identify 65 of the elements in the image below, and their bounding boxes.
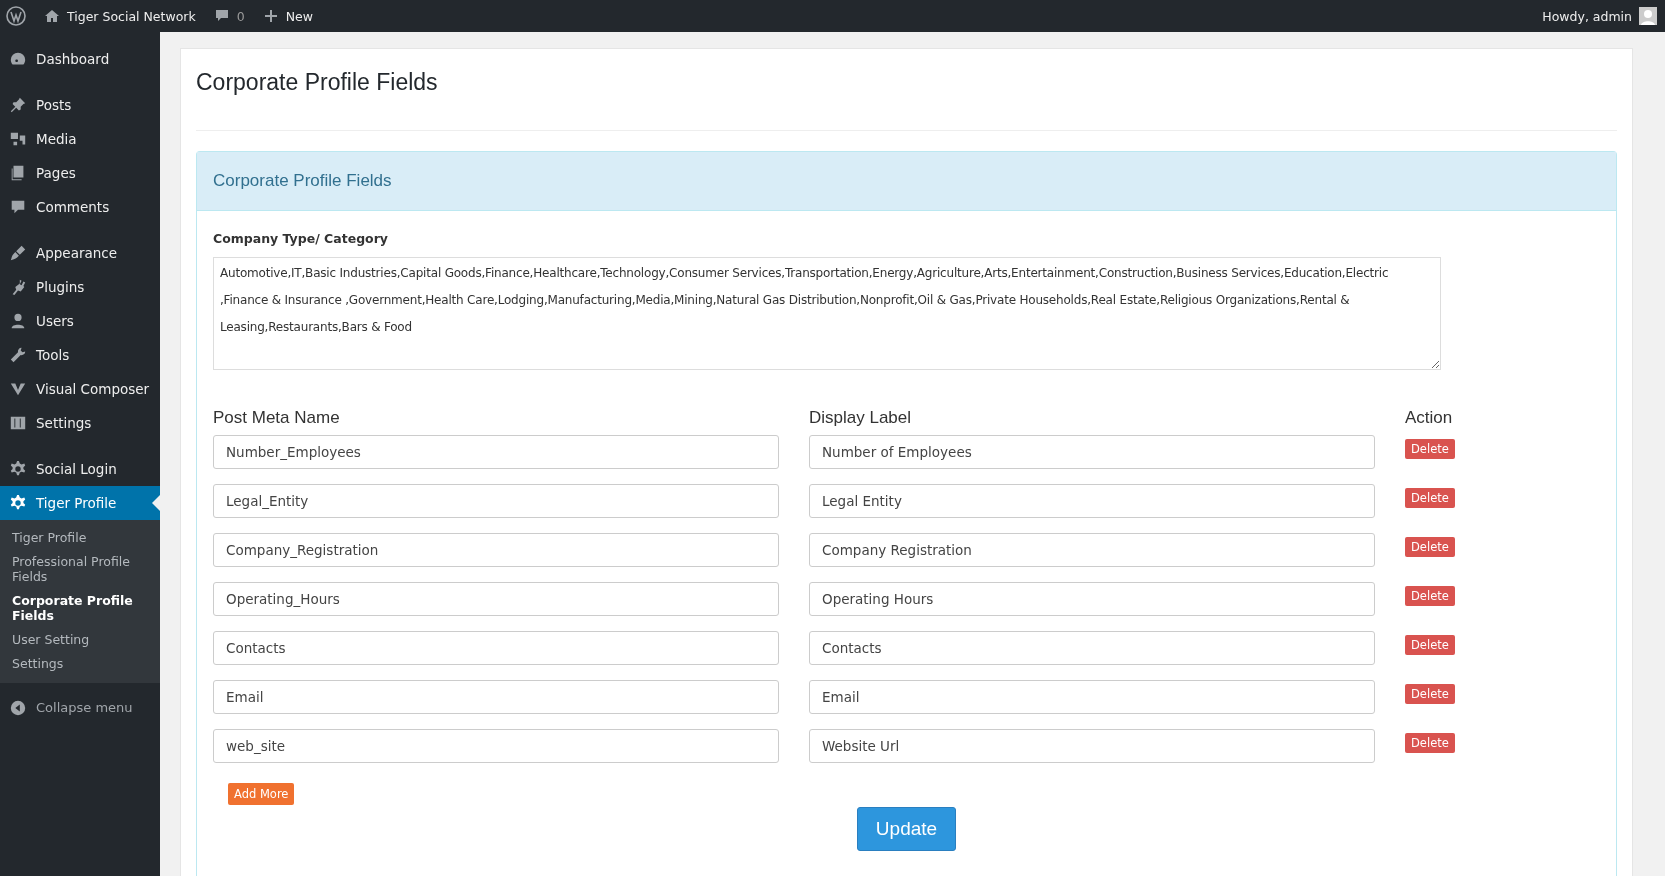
media-icon bbox=[9, 130, 27, 148]
submenu-item[interactable]: Corporate Profile Fields bbox=[0, 589, 160, 628]
meta-name-field[interactable]: Legal_Entity bbox=[213, 484, 779, 518]
submenu-item[interactable]: User Setting bbox=[0, 627, 160, 653]
meta-name-field[interactable]: Operating_Hours bbox=[213, 582, 779, 616]
menu-item[interactable]: Appearance bbox=[0, 236, 160, 270]
menu-item[interactable]: Posts bbox=[0, 88, 160, 122]
new-link[interactable]: New bbox=[262, 8, 313, 24]
menu-item[interactable]: Tiger Profile bbox=[0, 486, 160, 520]
display-label-field[interactable]: Company Registration bbox=[809, 533, 1375, 567]
comment-icon bbox=[213, 8, 230, 24]
comment-icon bbox=[9, 198, 27, 216]
delete-button[interactable]: Delete bbox=[1405, 537, 1455, 557]
submenu-item[interactable]: Professional Profile Fields bbox=[0, 550, 160, 590]
panel-title: Corporate Profile Fields bbox=[213, 171, 392, 190]
display-label-field[interactable]: Number of Employees bbox=[809, 435, 1375, 469]
submenu-item[interactable]: Settings bbox=[0, 652, 160, 677]
display-label-field[interactable]: Website Url bbox=[809, 729, 1375, 763]
menu-item[interactable]: Pages bbox=[0, 156, 160, 190]
category-textarea[interactable]: Automotive,IT,Basic Industries,Capital Goods,Finance,Healthcare,Technology,Consumer Services,Transportation,Energy,Agriculture,Arts,Entertainment,Construction,Business Services,Education,Electric ,Finance & Insurance ,Government,Health Care,Lodging,Manufacturing,Media,Mining,Natural Gas Distribution,Nonprofit,Oil & Gas,Private Households,Real Estate,Religious Organizations,Rental & Leasing,Restaurants,Bars & Food bbox=[213, 257, 1441, 370]
menu-item[interactable]: Plugins bbox=[0, 270, 160, 304]
collapse-menu-button[interactable]: Collapse menu bbox=[0, 690, 160, 725]
home-icon bbox=[44, 8, 60, 24]
delete-button[interactable]: Delete bbox=[1405, 635, 1455, 655]
display-label-field[interactable]: Contacts bbox=[809, 631, 1375, 665]
menu-item[interactable]: Dashboard bbox=[0, 42, 160, 76]
site-link[interactable]: Tiger Social Network bbox=[44, 8, 196, 24]
menu-item[interactable]: Media bbox=[0, 122, 160, 156]
submenu-item[interactable]: Tiger Profile bbox=[0, 526, 160, 551]
avatar-icon bbox=[1639, 7, 1657, 25]
field-label: Company Type/ Category bbox=[213, 231, 389, 246]
menu-item[interactable]: Settings bbox=[0, 406, 160, 440]
delete-button[interactable]: Delete bbox=[1405, 439, 1455, 459]
menu-item[interactable]: Tools bbox=[0, 338, 160, 372]
meta-name-field[interactable]: Company_Registration bbox=[213, 533, 779, 567]
sliders-icon bbox=[9, 414, 27, 432]
gear-icon bbox=[9, 460, 27, 478]
wrench-icon bbox=[9, 346, 27, 364]
pin-icon bbox=[9, 96, 27, 114]
gear-icon bbox=[9, 494, 27, 512]
delete-button[interactable]: Delete bbox=[1405, 488, 1455, 508]
column-heading: Post Meta Name bbox=[213, 408, 341, 428]
delete-button[interactable]: Delete bbox=[1405, 733, 1455, 753]
column-heading: Action bbox=[1405, 408, 1454, 428]
display-label-field[interactable]: Legal Entity bbox=[809, 484, 1375, 518]
delete-button[interactable]: Delete bbox=[1405, 586, 1455, 606]
delete-button[interactable]: Delete bbox=[1405, 684, 1455, 704]
menu-item[interactable]: Visual Composer bbox=[0, 372, 160, 406]
plus-icon bbox=[262, 8, 279, 24]
page-title: Corporate Profile Fields bbox=[196, 69, 439, 97]
meta-name-field[interactable]: Number_Employees bbox=[213, 435, 779, 469]
menu-item[interactable]: Comments bbox=[0, 190, 160, 224]
display-label-field[interactable]: Email bbox=[809, 680, 1375, 714]
menu-item[interactable]: Social Login bbox=[0, 452, 160, 486]
menu-item[interactable]: Users bbox=[0, 304, 160, 338]
wordpress-logo-icon[interactable] bbox=[6, 6, 26, 26]
comments-link[interactable]: 0 bbox=[213, 8, 245, 24]
meta-name-field[interactable]: Email bbox=[213, 680, 779, 714]
meta-name-field[interactable]: web_site bbox=[213, 729, 779, 763]
meta-name-field[interactable]: Contacts bbox=[213, 631, 779, 665]
brush-icon bbox=[9, 244, 27, 262]
user-icon bbox=[9, 312, 27, 330]
column-heading: Display Label bbox=[809, 408, 913, 428]
account-link[interactable]: Howdy, admin bbox=[1542, 7, 1657, 25]
display-label-field[interactable]: Operating Hours bbox=[809, 582, 1375, 616]
